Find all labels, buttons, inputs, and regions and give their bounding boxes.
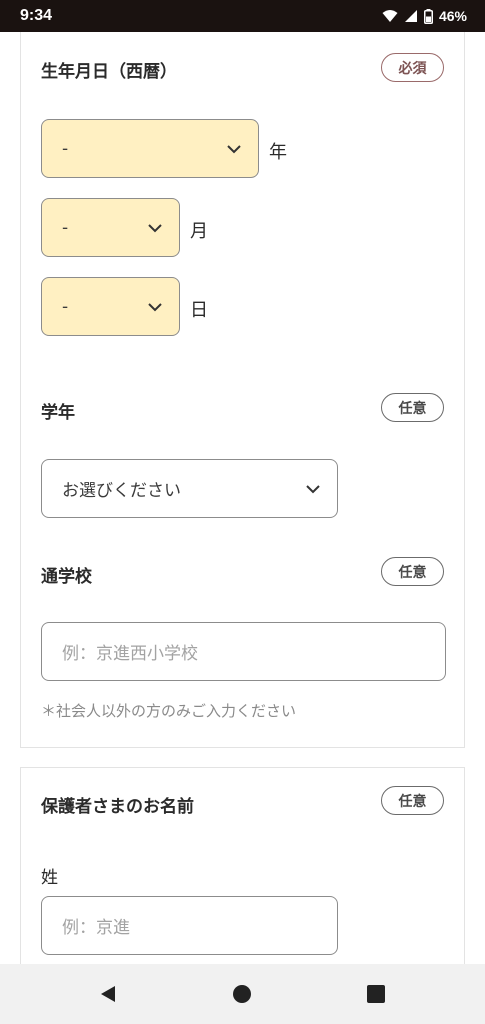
guardian-title: 保護者さまのお名前	[41, 797, 194, 817]
status-icons: 46%	[382, 8, 467, 24]
home-icon[interactable]	[232, 984, 252, 1004]
surname-label: 姓	[41, 868, 58, 888]
chevron-down-icon	[306, 484, 320, 493]
surname-placeholder: 例：京進	[62, 918, 130, 938]
birth-year-value: -	[62, 138, 69, 159]
required-badge: 必須	[381, 53, 444, 82]
birth-month-select[interactable]: -	[41, 198, 180, 257]
wifi-icon	[382, 10, 398, 22]
grade-select[interactable]: お選びください	[41, 459, 338, 518]
birth-month-value: -	[62, 217, 69, 238]
navigation-bar	[0, 964, 485, 1024]
school-placeholder: 例：京進西小学校	[62, 644, 198, 664]
optional-badge: 任意	[381, 786, 444, 815]
student-info-card: 生年月日（西暦） 必須 - 年 - 月 - 日 学年 任意 お選びください 通学…	[20, 32, 465, 748]
status-time: 9:34	[20, 7, 53, 24]
birth-year-select[interactable]: -	[41, 119, 259, 178]
school-title: 通学校	[41, 567, 92, 587]
chevron-down-icon	[148, 223, 162, 232]
signal-icon	[404, 10, 417, 22]
birth-day-select[interactable]: -	[41, 277, 180, 336]
grade-value: お選びください	[62, 481, 181, 501]
battery-percent: 46%	[438, 8, 467, 24]
back-icon[interactable]	[98, 984, 118, 1004]
form-page: 生年月日（西暦） 必須 - 年 - 月 - 日 学年 任意 お選びください 通学…	[0, 32, 485, 967]
year-unit: 年	[269, 142, 287, 163]
battery-icon	[423, 8, 433, 24]
optional-badge: 任意	[381, 393, 444, 422]
month-unit: 月	[190, 221, 208, 242]
day-unit: 日	[190, 300, 208, 321]
optional-badge: 任意	[381, 557, 444, 586]
school-input[interactable]: 例：京進西小学校	[41, 622, 446, 681]
status-bar: 9:34 46%	[0, 0, 485, 32]
chevron-down-icon	[227, 144, 241, 153]
surname-input[interactable]: 例：京進	[41, 896, 338, 955]
birthdate-title: 生年月日（西暦）	[41, 62, 177, 82]
recents-icon[interactable]	[366, 984, 386, 1004]
guardian-card: 保護者さまのお名前 任意 姓 例：京進	[20, 767, 465, 967]
school-note: ＊社会人以外の方のみご入力ください	[41, 702, 297, 720]
grade-title: 学年	[41, 403, 75, 423]
chevron-down-icon	[148, 302, 162, 311]
birth-day-value: -	[62, 296, 69, 317]
